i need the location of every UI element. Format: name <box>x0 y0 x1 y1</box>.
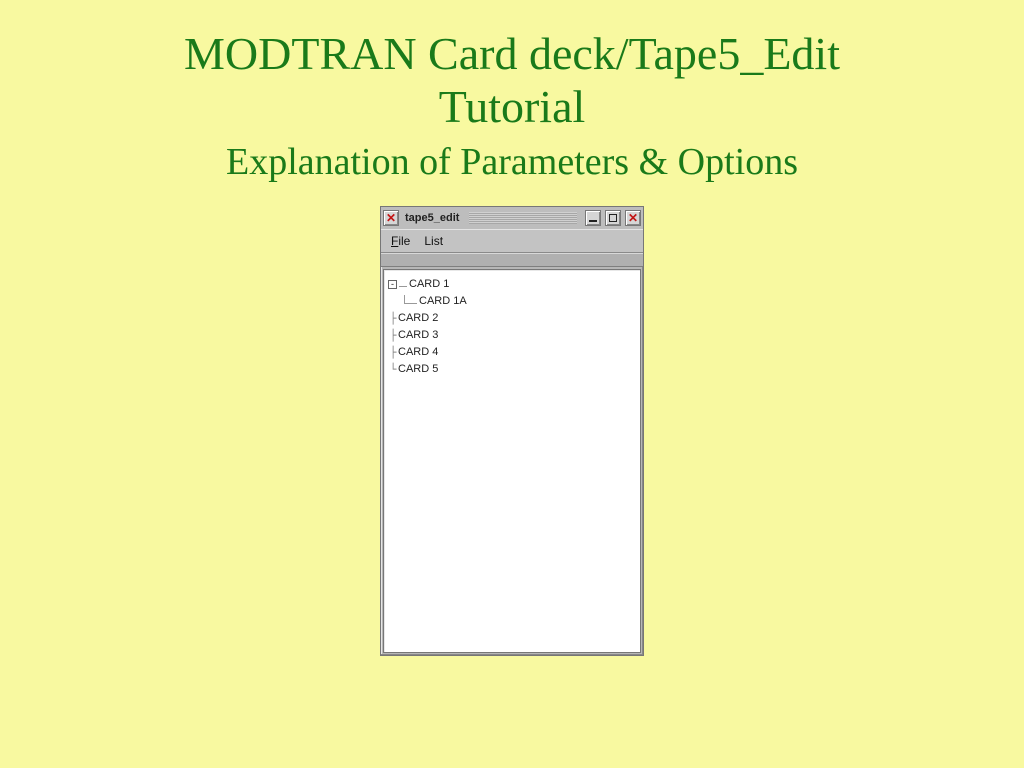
tree-item-card1[interactable]: - CARD 1 <box>388 276 636 293</box>
slide-title-line2: Tutorial <box>0 81 1024 134</box>
tree-item-card5[interactable]: └ CARD 5 <box>388 361 636 378</box>
menu-file-accel: F <box>391 234 398 248</box>
menu-file[interactable]: File <box>391 234 410 248</box>
maximize-button[interactable] <box>605 210 621 226</box>
collapse-icon[interactable]: - <box>388 280 397 289</box>
tree-item-card2[interactable]: ├ CARD 2 <box>388 310 636 327</box>
tape5-edit-window: ✕ tape5_edit ✕ File List - CARD 1 CARD 1… <box>380 206 644 656</box>
tree-label: CARD 3 <box>398 327 438 344</box>
close-button[interactable]: ✕ <box>625 210 641 226</box>
menu-list[interactable]: List <box>424 234 443 248</box>
toolbar-spacer <box>381 253 643 267</box>
minimize-button[interactable] <box>585 210 601 226</box>
tree-label: CARD 2 <box>398 310 438 327</box>
window-menu-icon[interactable]: ✕ <box>383 210 399 226</box>
tree-label: CARD 1 <box>409 276 449 293</box>
tree-label: CARD 1A <box>419 293 467 310</box>
tree-label: CARD 5 <box>398 361 438 378</box>
tree-view: - CARD 1 CARD 1A ├ CARD 2 ├ CARD 3 ├ CAR… <box>383 269 641 653</box>
window-title: tape5_edit <box>403 212 461 224</box>
slide-subtitle: Explanation of Parameters & Options <box>0 140 1024 184</box>
title-bar-drag-area[interactable] <box>469 212 577 224</box>
tree-item-card4[interactable]: ├ CARD 4 <box>388 344 636 361</box>
title-bar: ✕ tape5_edit ✕ <box>381 207 643 229</box>
tree-item-card1a[interactable]: CARD 1A <box>388 293 636 310</box>
slide: MODTRAN Card deck/Tape5_Edit Tutorial Ex… <box>0 0 1024 768</box>
tree-label: CARD 4 <box>398 344 438 361</box>
menu-bar: File List <box>381 229 643 253</box>
tree-item-card3[interactable]: ├ CARD 3 <box>388 327 636 344</box>
slide-title-line1: MODTRAN Card deck/Tape5_Edit <box>0 28 1024 81</box>
tree-branch-icon <box>404 295 417 304</box>
